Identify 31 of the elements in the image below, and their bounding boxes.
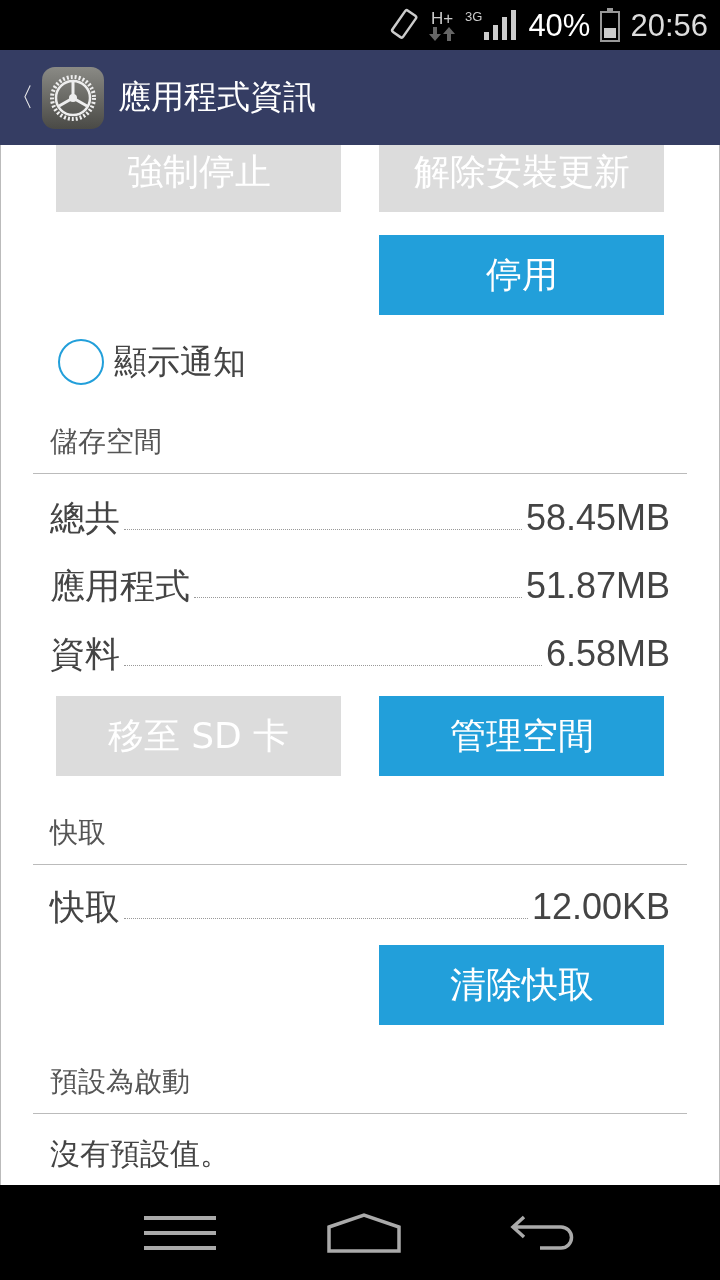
action-button[interactable]: 清除快取 [379,945,664,1025]
section-header: 儲存空間 [33,423,687,474]
battery-percentage: 40% [528,9,591,41]
network-label: 3G [465,10,483,23]
back-icon[interactable] [509,1214,576,1251]
row-value: 51.87MB [525,565,670,607]
screen-title: 應用程式資訊 [118,76,316,118]
action-button[interactable]: 管理空間 [379,696,664,776]
default-text: 沒有預設值。 [49,1135,231,1173]
section-header: 快取 [33,814,687,865]
rotate-phone-icon [389,8,420,42]
clock: 20:56 [630,9,708,41]
back-caret[interactable]: 〈 [8,80,34,115]
row-label: 總共 [50,496,120,540]
menu-icon[interactable] [144,1215,219,1250]
radio-button[interactable] [58,339,104,385]
section-header: 預設為啟動 [33,1063,687,1114]
row-value: 12.00KB [531,886,670,928]
data-arrows-icon [429,26,456,41]
row-label: 資料 [50,632,120,676]
row-label: 快取 [50,885,120,929]
action-button[interactable]: 停用 [379,235,664,315]
radio-label: 顯示通知 [114,340,246,383]
battery-icon [600,8,621,42]
gear-icon[interactable] [42,66,104,129]
row-value: 58.45MB [525,497,670,539]
network-type-label: H+ [430,9,454,27]
row-label: 應用程式 [50,564,190,608]
home-icon[interactable] [327,1212,401,1253]
row-value: 6.58MB [545,633,670,675]
signal-icon [484,10,519,40]
